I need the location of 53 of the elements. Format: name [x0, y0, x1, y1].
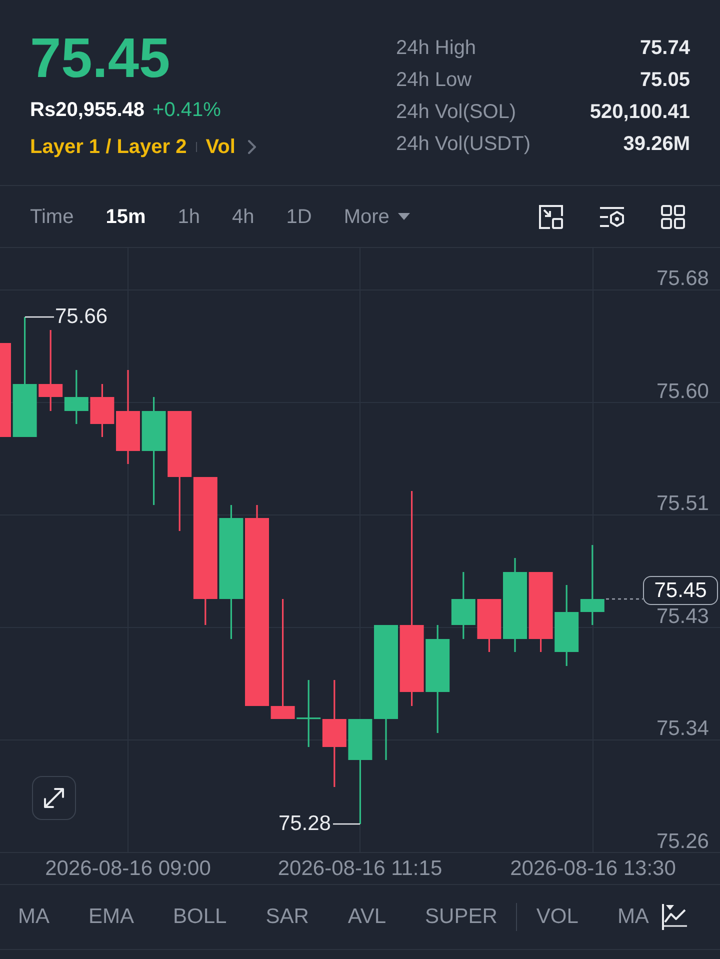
falling-candle [90, 384, 114, 437]
rising-candle [64, 370, 88, 424]
indicator-tab[interactable]: BOLL [173, 905, 227, 929]
price-axis-label: 75.26 [656, 830, 709, 852]
expand-icon [42, 786, 66, 810]
indicator-tab[interactable]: EMA [88, 905, 134, 929]
indicator-tab[interactable]: SUPER [425, 905, 498, 929]
leader-line [25, 316, 54, 318]
high-price-label: 75.66 [55, 306, 108, 328]
more-dropdown[interactable]: More [344, 204, 412, 228]
stat-value: 520,100.41 [590, 100, 690, 125]
last-price: 75.45 [30, 30, 170, 86]
indicator-tab[interactable]: MA [617, 905, 649, 929]
low-price-label: 75.28 [278, 813, 331, 835]
price-axis-label: 75.51 [656, 493, 709, 515]
stat-value: 39.26M [623, 132, 690, 157]
stat-value: 75.05 [640, 68, 690, 93]
caret-down-icon [397, 212, 412, 221]
interval-tab[interactable]: 15m [106, 204, 146, 228]
chevron-right-icon [247, 139, 258, 155]
indicator-tab[interactable]: AVL [348, 905, 386, 929]
time-axis-label: 2026-08-16 09:00 [45, 857, 211, 881]
indicator-tab[interactable]: MA [18, 905, 50, 929]
price-change: +0.41% [152, 98, 221, 122]
rising-candle [296, 680, 321, 747]
stat-label: 24h High [396, 36, 476, 61]
price-axis-label: 75.43 [656, 606, 709, 628]
interval-tab[interactable]: 4h [232, 204, 254, 228]
price-axis-label: 75.60 [656, 380, 709, 402]
stat-value: 75.74 [640, 36, 690, 61]
leader-line [333, 823, 360, 825]
grid-icon[interactable] [660, 204, 686, 230]
interval-tab[interactable]: 1D [286, 204, 312, 228]
indicator-tab[interactable]: VOL [536, 905, 578, 929]
falling-candle [477, 599, 502, 652]
time-axis-label: 2026-08-16 13:30 [510, 857, 676, 881]
tag-link[interactable]: Vol [206, 135, 236, 159]
chart-icon[interactable] [660, 902, 688, 932]
stat-label: 24h Low [396, 68, 472, 93]
last-price-tag: 75.45 [643, 576, 718, 605]
interval-tab[interactable]: 1h [178, 204, 200, 228]
time-axis-label: 2026-08-16 11:15 [278, 857, 442, 881]
tag-link[interactable]: Layer 1 / Layer 2 [30, 135, 187, 159]
indicator-tab[interactable]: SAR [266, 905, 309, 929]
price-axis-label: 75.68 [656, 268, 709, 290]
stat-label: 24h Vol(USDT) [396, 132, 530, 157]
fiat-price: Rs20,955.48 [30, 98, 145, 122]
interval-tab[interactable]: Time [30, 204, 74, 228]
expand-button[interactable] [32, 776, 76, 820]
price-axis-label: 75.34 [656, 718, 709, 740]
resize-icon[interactable] [538, 204, 564, 230]
last-price-line [606, 598, 643, 600]
stat-label: 24h Vol(SOL) [396, 100, 516, 125]
